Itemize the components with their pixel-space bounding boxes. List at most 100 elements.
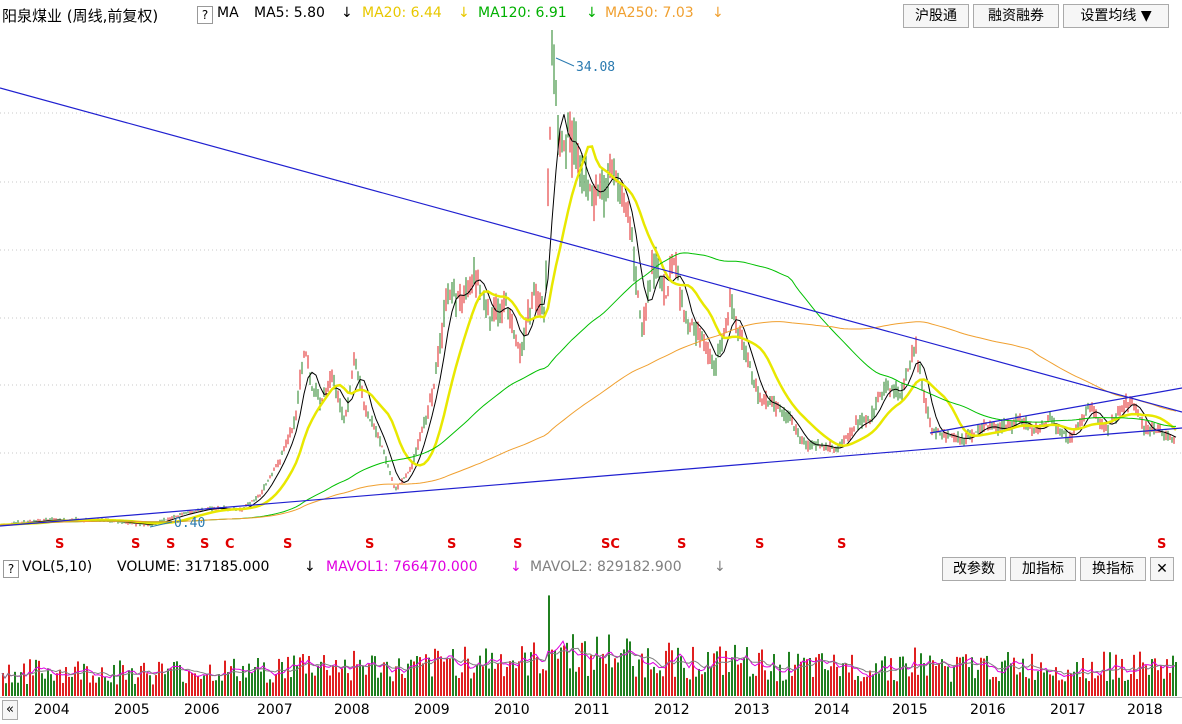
volume-bar — [488, 668, 490, 696]
volume-chart[interactable] — [0, 582, 1182, 696]
volume-bar — [869, 670, 871, 696]
price-chart[interactable]: 34.080.40 S S S S C S S S S SC S S S S — [0, 30, 1182, 555]
volume-bar — [1169, 672, 1171, 696]
volume-bar — [83, 663, 85, 696]
close-icon[interactable]: ✕ — [1150, 557, 1174, 581]
volume-bar — [584, 641, 586, 696]
volume-bar — [803, 657, 805, 696]
volume-bar — [710, 666, 712, 696]
mavol1-value: MAVOL1: 766470.000 — [326, 559, 478, 575]
volume-bar — [593, 669, 595, 696]
volume-bar — [1094, 678, 1096, 696]
ma20-line — [0, 145, 1177, 527]
volume-bar — [704, 672, 706, 696]
volume-bar — [272, 682, 274, 696]
set-ma-dropdown[interactable]: 设置均线 ▼ — [1063, 4, 1169, 28]
volume-bar — [245, 677, 247, 696]
volume-bar — [62, 682, 64, 696]
low-price-label: 0.40 — [174, 516, 205, 531]
year-label-2015: 2015 — [892, 702, 928, 718]
volume-bar — [401, 673, 403, 696]
volume-bar — [140, 665, 142, 696]
volume-bar — [953, 666, 955, 696]
volume-bar — [545, 670, 547, 696]
volume-bar — [470, 678, 472, 696]
volume-bar — [635, 676, 637, 696]
volume-bar — [1019, 672, 1021, 696]
year-label-2010: 2010 — [494, 702, 530, 718]
event-marker: S — [200, 537, 209, 552]
switch-indicator-button[interactable]: 换指标 — [1080, 557, 1146, 581]
volume-bar — [599, 657, 601, 696]
volume-bar — [605, 663, 607, 696]
volume-bar — [1097, 675, 1099, 696]
volume-bar — [521, 646, 523, 696]
volume-bar — [887, 680, 889, 696]
volume-bar — [752, 673, 754, 696]
moving-average-lines — [0, 114, 1177, 527]
collapse-icon[interactable]: « — [2, 700, 18, 720]
volume-bar — [167, 668, 169, 696]
event-marker: S — [283, 537, 292, 552]
volume-bar — [668, 642, 670, 696]
volume-bar — [332, 665, 334, 696]
volume-bar — [857, 675, 859, 696]
volume-bar — [947, 666, 949, 696]
volume-bar — [950, 681, 952, 696]
volume-bar — [1001, 661, 1003, 696]
volume-bar — [830, 666, 832, 696]
volume-bar — [371, 655, 373, 696]
volume-bar — [317, 665, 319, 696]
volume-bar — [575, 671, 577, 696]
volume-bar — [728, 672, 730, 696]
chart-header: 阳泉煤业 (周线,前复权) ? MA MA5: 5.80 ↓ MA20: 6.4… — [0, 0, 1182, 30]
volume-bar — [287, 656, 289, 696]
volume-bar — [188, 670, 190, 696]
year-label-2008: 2008 — [334, 702, 370, 718]
help-button[interactable]: ? — [197, 6, 213, 24]
volume-bar — [1049, 674, 1051, 696]
volume-bar — [1025, 677, 1027, 696]
volume-bar — [1139, 651, 1141, 696]
volume-bar — [113, 664, 115, 696]
volume-bar — [1031, 653, 1033, 696]
volume-bar — [1079, 676, 1081, 696]
volume-bar — [149, 675, 151, 696]
volume-help-button[interactable]: ? — [3, 560, 19, 578]
volume-bar — [455, 675, 457, 696]
volume-bar — [578, 667, 580, 696]
volume-bar — [506, 666, 508, 696]
volume-bar — [125, 679, 127, 696]
year-label-2018: 2018 — [1127, 702, 1163, 718]
volume-bar — [557, 658, 559, 696]
volume-bar — [161, 663, 163, 696]
volume-bar — [431, 676, 433, 696]
volume-bar — [434, 648, 436, 696]
volume-bar — [122, 665, 124, 696]
volume-bar — [1061, 679, 1063, 696]
volume-bar — [827, 670, 829, 696]
hk-connect-button[interactable]: 沪股通 — [903, 4, 969, 28]
volume-bar — [17, 682, 19, 696]
volume-bar — [494, 668, 496, 696]
volume-bar — [257, 657, 259, 696]
volume-bar — [143, 662, 145, 696]
volume-bar — [344, 659, 346, 696]
change-params-button[interactable]: 改参数 — [942, 557, 1006, 581]
volume-bar — [1136, 679, 1138, 696]
volume-bar — [671, 650, 673, 696]
volume-bar — [542, 669, 544, 696]
add-indicator-button[interactable]: 加指标 — [1010, 557, 1076, 581]
volume-bar — [878, 673, 880, 696]
volume-bar — [239, 681, 241, 696]
volume-bar — [602, 653, 604, 696]
event-marker: C — [225, 537, 235, 552]
volume-bar — [620, 653, 622, 696]
volume-bar — [41, 673, 43, 696]
volume-bar — [476, 665, 478, 696]
volume-bar — [992, 677, 994, 696]
margin-trading-button[interactable]: 融资融券 — [973, 4, 1059, 28]
volume-bar — [194, 673, 196, 696]
event-marker: S — [447, 537, 456, 552]
volume-bar — [305, 673, 307, 696]
